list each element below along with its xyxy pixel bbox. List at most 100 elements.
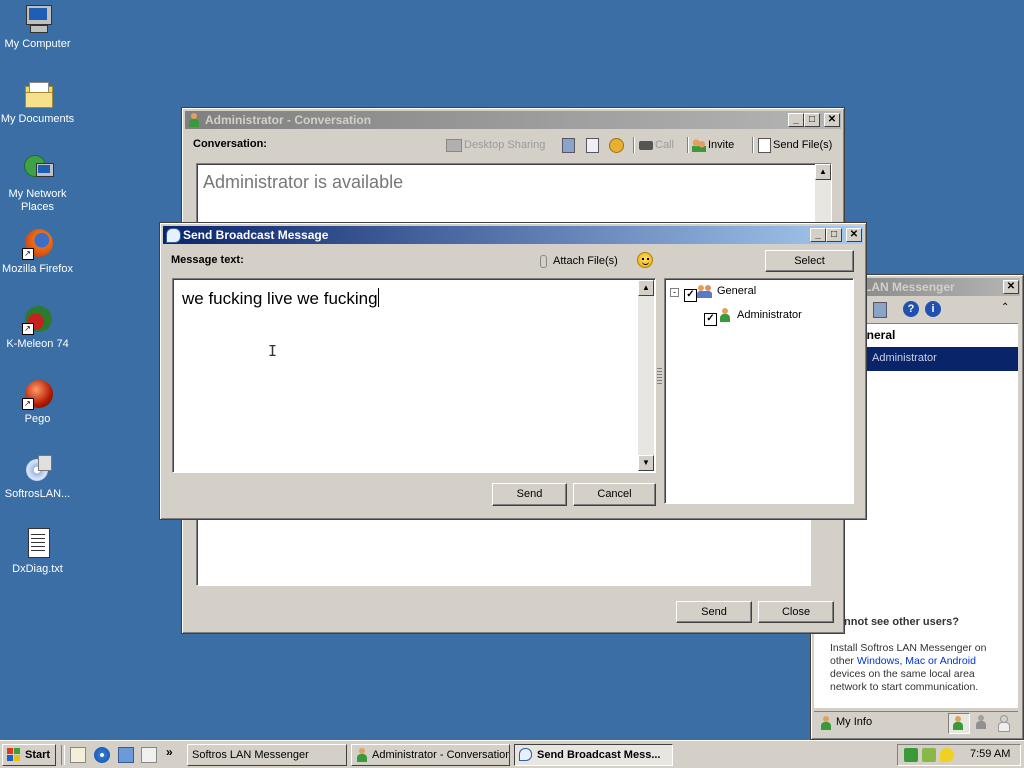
conversation-close-button[interactable]: Close (758, 601, 834, 623)
maximize-button[interactable]: □ (804, 113, 820, 127)
windows-logo-icon (7, 748, 21, 761)
messenger-status-bar: My Info (814, 711, 1018, 734)
camera-icon (639, 140, 653, 150)
scroll-down-icon[interactable]: ▼ (638, 455, 654, 471)
ibeam-cursor-icon: I (268, 342, 278, 360)
tree-collapse-icon[interactable]: - (670, 288, 679, 297)
internet-explorer-icon[interactable] (94, 747, 110, 763)
conversation-title-bar: Administrator - Conversation _ □ ✕ (185, 111, 841, 129)
firefox-icon: ↗ (21, 228, 54, 260)
desktop-icon-label: My Network Places (8, 188, 67, 213)
desktop-icon-kmeleon[interactable]: ↗ K-Meleon 74 (0, 303, 75, 351)
broadcast-maximize-button[interactable]: □ (826, 228, 842, 242)
broadcast-message-input[interactable]: we fucking live we fucking I ▲ ▼ (172, 278, 656, 473)
broadcast-close-button[interactable]: ✕ (846, 228, 862, 242)
monitor-icon (446, 138, 462, 152)
taskbar: Start » Softros LAN Messenger Administra… (0, 740, 1024, 768)
collapse-icon[interactable]: ⌃ (1001, 302, 1009, 313)
broadcast-title: Send Broadcast Message (183, 228, 329, 242)
conversation-title: Administrator - Conversation (205, 113, 372, 127)
desktop-icon-my-documents[interactable]: My Documents (0, 78, 75, 126)
desktop-icon-dxdiag[interactable]: DxDiag.txt (0, 528, 75, 576)
kmeleon-icon: ↗ (21, 303, 54, 335)
user-checkbox[interactable]: ✓ (704, 313, 717, 326)
tree-user-label[interactable]: Administrator (737, 309, 802, 321)
platforms-link[interactable]: Windows, Mac or Android (857, 655, 976, 667)
broadcast-message-icon (519, 748, 532, 761)
broadcast-send-button[interactable]: Send (492, 483, 567, 506)
help-icon[interactable]: ? (903, 301, 919, 317)
desktop-icon-network-places[interactable]: My Network Places (0, 153, 75, 214)
tree-group-label[interactable]: General (717, 285, 756, 297)
call-button[interactable]: Call (639, 135, 674, 155)
conversation-label: Conversation: (193, 138, 267, 150)
history-scrollbar[interactable]: ▲ (815, 164, 831, 222)
paperclip-icon (540, 254, 547, 268)
notification-tray-icon[interactable] (940, 748, 954, 762)
user-icon (188, 113, 200, 127)
message-scrollbar[interactable]: ▲ ▼ (638, 280, 654, 471)
desktop-icon-label: Mozilla Firefox (2, 263, 73, 275)
clock[interactable]: 7:59 AM (970, 748, 1010, 760)
message-text-label: Message text: (171, 254, 244, 266)
desktop-icon-label: My Documents (0, 113, 75, 125)
my-info-button[interactable]: My Info (836, 716, 872, 728)
show-desktop-icon[interactable] (70, 747, 86, 763)
broadcast-minimize-button[interactable]: _ (810, 228, 826, 242)
status-message: Administrator is available (203, 172, 404, 192)
select-recipients-button[interactable]: Select (765, 250, 854, 272)
status-away-icon[interactable] (974, 715, 988, 731)
minimize-button[interactable]: _ (788, 113, 804, 127)
desktop-icon-label: K-Meleon 74 (6, 338, 69, 350)
task-broadcast-message[interactable]: Send Broadcast Mess... (514, 744, 673, 766)
attach-files-button[interactable]: Attach File(s) (540, 252, 618, 270)
users-icon (692, 138, 706, 152)
broadcast-title-bar: Send Broadcast Message _ □ ✕ (163, 226, 863, 244)
task-softros-messenger[interactable]: Softros LAN Messenger (187, 744, 347, 766)
broadcast-dialog: Send Broadcast Message _ □ ✕ Message tex… (159, 222, 867, 520)
quick-launch-more-icon[interactable]: » (166, 745, 173, 759)
messenger-title: LAN Messenger (864, 280, 955, 294)
network-icon (22, 153, 54, 185)
network-tray-icon[interactable] (904, 748, 918, 762)
messenger-close-button[interactable]: ✕ (1003, 280, 1019, 294)
history-icon[interactable] (562, 135, 575, 155)
status-offline-icon[interactable] (996, 715, 1010, 732)
desktop-icon-softros-installer[interactable]: SoftrosLAN... (0, 453, 75, 501)
messenger-toolbar: ? i ⌃ (871, 299, 1011, 321)
emoticons-icon[interactable] (609, 135, 624, 155)
contacts-icon[interactable] (873, 302, 887, 318)
computer-icon (22, 3, 54, 35)
desktop-icon-firefox[interactable]: ↗ Mozilla Firefox (0, 228, 75, 276)
info-icon[interactable]: i (925, 301, 941, 317)
folder-icon (22, 78, 54, 110)
desktop-icon-label: SoftrosLAN... (4, 488, 71, 500)
start-button[interactable]: Start (2, 744, 56, 766)
conversation-send-button[interactable]: Send (676, 601, 752, 623)
info-text-after: devices on the same local area network t… (830, 668, 979, 693)
send-files-button[interactable]: Send File(s) (758, 135, 832, 155)
status-available-icon[interactable] (948, 713, 970, 734)
group-checkbox[interactable]: ✓ (684, 289, 697, 302)
invite-button[interactable]: Invite (692, 135, 734, 155)
desktop-sharing-button[interactable]: Desktop Sharing (446, 135, 545, 155)
messenger-tray-icon[interactable] (922, 748, 936, 762)
text-caret (377, 288, 379, 307)
task-conversation[interactable]: Administrator - Conversation (351, 744, 510, 766)
broadcast-cancel-button[interactable]: Cancel (573, 483, 656, 506)
splitter-grip[interactable] (657, 368, 662, 386)
group-users-icon (697, 284, 713, 298)
conversation-history: Administrator is available ▲ (196, 163, 832, 223)
scroll-up-icon[interactable]: ▲ (815, 164, 831, 180)
desktop-icon-label: Pego (24, 413, 51, 425)
emoticon-icon[interactable] (637, 252, 653, 268)
outlook-express-icon[interactable] (118, 747, 134, 763)
close-button[interactable]: ✕ (824, 113, 840, 127)
desktop-icon-pego[interactable]: ↗ Pego (0, 378, 75, 426)
message-text: we fucking live we fucking (182, 288, 379, 308)
media-icon[interactable] (141, 747, 157, 763)
scroll-up-icon[interactable]: ▲ (638, 280, 654, 296)
taskbar-separator (61, 745, 65, 765)
desktop-icon-my-computer[interactable]: My Computer (0, 3, 75, 51)
contact-card-icon[interactable] (586, 135, 599, 155)
